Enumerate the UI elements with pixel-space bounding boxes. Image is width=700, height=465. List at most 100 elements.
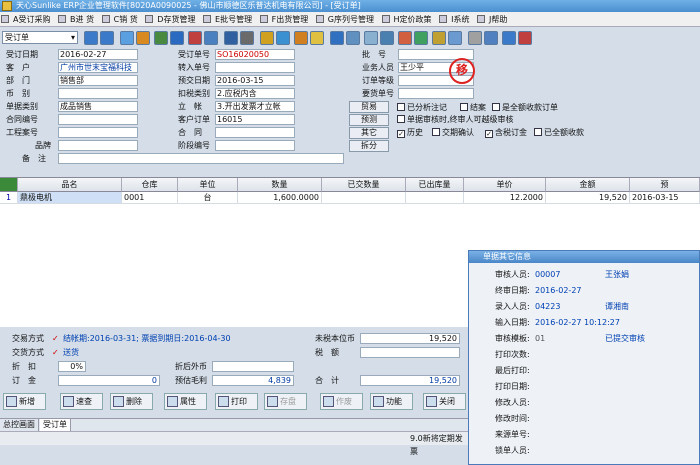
brand-field[interactable]	[58, 140, 138, 151]
doc-category-field[interactable]: 成品销售	[58, 101, 138, 112]
void-button[interactable]: 作废	[320, 393, 363, 410]
delivery-method-value[interactable]: 送货	[63, 347, 79, 358]
forecast-button[interactable]: 预测	[349, 114, 389, 126]
import-icon[interactable]	[414, 31, 428, 45]
deposit-field[interactable]: 0	[58, 375, 160, 386]
table-cell-name[interactable]: 鼎极电机	[18, 192, 122, 204]
truck-icon[interactable]	[276, 31, 290, 45]
export-icon[interactable]	[398, 31, 412, 45]
delivery-confirm-checkbox[interactable]: 交期确认	[432, 127, 474, 138]
quick-search-button[interactable]: 速查	[60, 393, 103, 410]
col-header-warehouse[interactable]: 仓库	[122, 178, 178, 192]
tab-main-control[interactable]: 总控画面	[0, 419, 39, 431]
print-button[interactable]: 打印	[215, 393, 258, 410]
phase-field[interactable]	[215, 140, 295, 151]
history-checkbox[interactable]: ✓ 历史	[397, 127, 423, 138]
last-record-icon[interactable]	[136, 31, 150, 45]
tax-type-field[interactable]: 2.应税内含	[215, 88, 295, 99]
next-record-icon[interactable]	[120, 31, 134, 45]
quote-field[interactable]	[398, 88, 474, 99]
trade-button[interactable]: 贸易	[349, 101, 389, 113]
table-cell-warehouse[interactable]: 0001	[122, 192, 178, 204]
full-payment-order-checkbox[interactable]: 是全额收款订单	[492, 102, 558, 113]
book-icon[interactable]	[294, 31, 308, 45]
transfer-field[interactable]	[215, 62, 295, 73]
skip-review-checkbox[interactable]: 单据审核时,终审人可越级审核	[397, 114, 514, 125]
menu-item-f[interactable]: F出货管理	[259, 12, 313, 26]
menu-item-b[interactable]: B进 货	[57, 12, 98, 26]
table-cell-qty[interactable]: 1,600.0000	[238, 192, 322, 204]
user-icon[interactable]	[204, 31, 218, 45]
col-header-out[interactable]: 已出库量	[406, 178, 464, 192]
customer-field[interactable]: 广州市世末宝福科技	[58, 62, 138, 73]
split-button[interactable]: 拆分	[349, 140, 389, 152]
popup-title[interactable]: 单据其它信息	[469, 251, 699, 263]
pre-delivery-field[interactable]: 2016-03-15	[215, 75, 295, 86]
col-header-delivered[interactable]: 已交数量	[322, 178, 406, 192]
table-cell-amount[interactable]: 19,520	[546, 192, 630, 204]
table-cell-delivered[interactable]	[322, 192, 406, 204]
tax-deposit-checkbox[interactable]: ✓ 含税订金	[485, 127, 527, 138]
table-cell-date[interactable]: 2016-03-15	[630, 192, 700, 204]
dept-field[interactable]: 销售部	[58, 75, 138, 86]
table-cell-out[interactable]	[406, 192, 464, 204]
total-field[interactable]: 19,520	[360, 375, 460, 386]
copy-icon[interactable]	[154, 31, 168, 45]
table-cell-price[interactable]: 12.2000	[464, 192, 546, 204]
check-icon[interactable]	[432, 31, 446, 45]
discount-field[interactable]: 0%	[58, 361, 86, 372]
menu-item-g[interactable]: G序列号管理	[315, 12, 378, 26]
menu-item-d[interactable]: D存货管理	[144, 12, 199, 26]
chart-icon[interactable]	[330, 31, 344, 45]
remark-field[interactable]	[58, 153, 344, 164]
save-button[interactable]: 存盘	[264, 393, 307, 410]
order-no-field[interactable]: SO16020050	[215, 49, 295, 60]
col-header-name[interactable]: 品名	[18, 178, 122, 192]
menu-item-a[interactable]: A受订采购	[0, 12, 54, 26]
cust-order-field[interactable]: 16015	[215, 114, 295, 125]
account-field[interactable]: 3.开出发票才立帐	[215, 101, 295, 112]
col-header-qty[interactable]: 数量	[238, 178, 322, 192]
link-icon[interactable]	[240, 31, 254, 45]
uninvoiced-field[interactable]: 19,520	[360, 333, 460, 344]
function-button[interactable]: 功能	[370, 393, 413, 410]
mail-icon[interactable]	[502, 31, 516, 45]
tax-field[interactable]	[360, 347, 460, 358]
window-icon[interactable]	[448, 31, 462, 45]
order-date-field[interactable]: 2016-02-27	[58, 49, 138, 60]
help-icon[interactable]	[484, 31, 498, 45]
exit-icon[interactable]	[518, 31, 532, 45]
report-icon[interactable]	[364, 31, 378, 45]
table-cell-unit[interactable]: 台	[178, 192, 238, 204]
properties-button[interactable]: 属性	[164, 393, 207, 410]
discount-fc-field[interactable]	[212, 361, 294, 372]
col-header-unit[interactable]: 单位	[178, 178, 238, 192]
dollar-icon[interactable]	[224, 31, 238, 45]
menu-item-j[interactable]: J帮助	[476, 12, 511, 26]
note-icon[interactable]	[310, 31, 324, 45]
trade-method-value[interactable]: 结帐期:2016-03-31; 票据到期日:2016-04-30	[63, 333, 231, 344]
currency-field[interactable]	[58, 88, 138, 99]
project-field[interactable]	[58, 127, 138, 138]
settings-icon[interactable]	[468, 31, 482, 45]
contract-field[interactable]	[58, 114, 138, 125]
delete-button[interactable]: 删除	[110, 393, 153, 410]
col-header-date[interactable]: 预	[630, 178, 700, 192]
contract2-field[interactable]	[215, 127, 295, 138]
folder-icon[interactable]	[260, 31, 274, 45]
col-header-amount[interactable]: 金额	[546, 178, 630, 192]
printer-icon[interactable]	[346, 31, 360, 45]
menu-item-h[interactable]: H定价政策	[381, 12, 436, 26]
new-button[interactable]: 新增	[3, 393, 46, 410]
analysis-checkbox[interactable]: 已分析注记	[397, 102, 447, 113]
menu-item-c[interactable]: C销 货	[101, 12, 142, 26]
close-button[interactable]: 关闭	[423, 393, 466, 410]
col-header-price[interactable]: 单价	[464, 178, 546, 192]
save-icon[interactable]	[170, 31, 184, 45]
other-button[interactable]: 其它	[349, 127, 389, 139]
calc-icon[interactable]	[380, 31, 394, 45]
doc-type-select[interactable]: 受订单	[2, 31, 78, 44]
closed-checkbox[interactable]: 结案	[460, 102, 486, 113]
profit-field[interactable]: 4,839	[212, 375, 294, 386]
menu-item-e[interactable]: E批号管理	[202, 12, 256, 26]
